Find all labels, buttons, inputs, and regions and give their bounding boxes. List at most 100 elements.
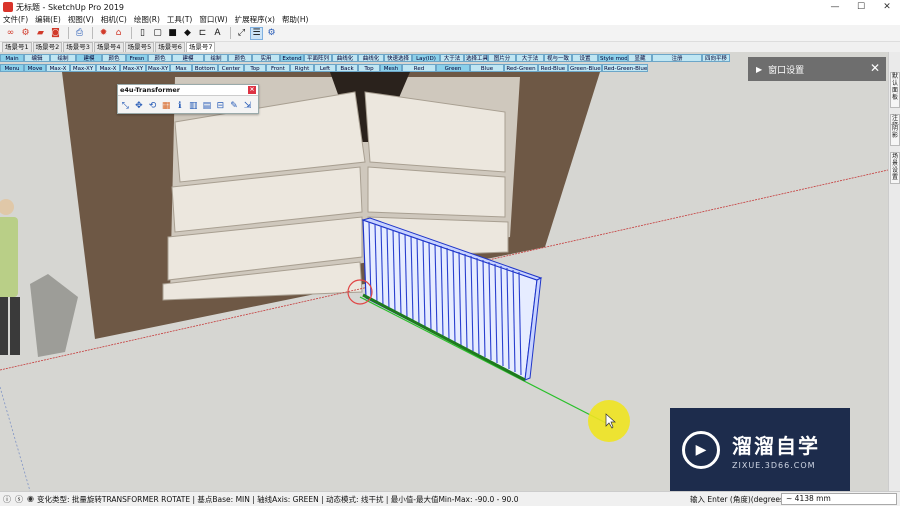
bars-icon[interactable]: ▥ (188, 99, 199, 112)
strip-button[interactable]: Right (290, 64, 314, 72)
strip-button[interactable]: 绘制 (50, 54, 76, 62)
scene-tab[interactable]: 场景号2 (32, 42, 63, 52)
strip-button[interactable]: Max-X (46, 64, 70, 72)
strip-button[interactable]: 建模 (172, 54, 204, 62)
menu-help[interactable]: 帮助(H) (282, 14, 309, 25)
strip-button[interactable]: Center (218, 64, 244, 72)
transformer-toolbar[interactable]: e4u-Transformer × ⤡ ✥ ⟲ ▦ ℹ ▥ ▤ ⊟ ✎ ⇲ (117, 84, 259, 114)
strip-button[interactable]: Lay(ID) (412, 54, 440, 62)
strip-button[interactable]: Green-Blue (568, 64, 602, 72)
menu-window[interactable]: 窗口(W) (199, 14, 227, 25)
strip-button[interactable]: 视与一致 (544, 54, 572, 62)
strip-button[interactable]: 颜色 (148, 54, 172, 62)
strip-button[interactable]: Max-XY (146, 64, 170, 72)
strip-button[interactable]: 编辑 (24, 54, 50, 62)
sun-gear-icon[interactable]: ✹ (97, 27, 110, 40)
move-icon[interactable]: ✥ (134, 99, 145, 112)
gear-icon[interactable]: ⚙ (19, 27, 32, 40)
strip-button[interactable]: 平面阵列 (304, 54, 332, 62)
strip-button[interactable]: Red-Green-Blue (602, 64, 648, 72)
strip-button[interactable]: Back (336, 64, 358, 72)
scene-tab[interactable]: 场景号3 (63, 42, 93, 52)
camera-icon[interactable]: ◙ (49, 27, 62, 40)
pencil-icon[interactable]: ✎ (229, 99, 240, 112)
side-tab[interactable]: 场景设置 (890, 152, 900, 184)
settings-icon[interactable]: ⚙ (265, 27, 278, 40)
align-icon[interactable]: ⊟ (215, 99, 226, 112)
strip-button[interactable]: Style mode (598, 54, 628, 62)
fill-icon[interactable]: ◆ (181, 27, 194, 40)
folder-icon[interactable]: ▰ (34, 27, 47, 40)
menu-edit[interactable]: 编辑(E) (35, 14, 61, 25)
print-icon[interactable]: ⎙ (73, 27, 86, 40)
strip-button[interactable]: Top (244, 64, 266, 72)
side-tab[interactable]: 默认面板 (890, 72, 900, 108)
strip-button[interactable]: 颜色 (228, 54, 252, 62)
measurements-input[interactable]: ~ 4138 mm (781, 493, 897, 505)
strip-button[interactable]: Max-XY (70, 64, 96, 72)
strip-button[interactable]: Max-X (96, 64, 120, 72)
strip-button[interactable]: 显藏 (628, 54, 652, 62)
strip-button[interactable]: Menu (0, 64, 24, 72)
menu-list-icon[interactable]: ☰ (250, 26, 263, 40)
strip-button[interactable]: Max (170, 64, 192, 72)
strip-button[interactable]: 大于法 (516, 54, 544, 62)
strip-button[interactable]: Front (266, 64, 290, 72)
glasses-icon[interactable]: ∞ (4, 27, 17, 40)
stack-icon[interactable]: ▤ (202, 99, 213, 112)
strip-button[interactable]: 颜色 (102, 54, 126, 62)
color-icon[interactable]: ▦ (161, 99, 172, 112)
strip-button[interactable]: Fresn (126, 54, 148, 62)
strip-button[interactable]: 曲线化 (358, 54, 384, 62)
scene-tab[interactable]: 场景号6 (155, 42, 185, 52)
strip-button[interactable]: Left (314, 64, 336, 72)
menu-camera[interactable]: 相机(C) (101, 14, 127, 25)
strip-button[interactable]: 图片分 (488, 54, 516, 62)
strip-button[interactable]: Move (24, 64, 46, 72)
strip-button[interactable]: Red-Blue (538, 64, 568, 72)
user-icon[interactable]: ◉ (27, 494, 34, 505)
strip-button[interactable]: Red-Green (504, 64, 538, 72)
strip-button[interactable]: Green (436, 64, 470, 72)
strip-button[interactable]: 快速选择 (384, 54, 412, 62)
geo-location-icon[interactable]: ⓘ (3, 494, 11, 505)
house-icon[interactable]: ⌂ (112, 27, 125, 40)
tray-close-icon[interactable]: ✕ (870, 61, 880, 75)
push-pull-icon[interactable]: ⊏ (196, 27, 209, 40)
box-icon[interactable]: ▢ (151, 27, 164, 40)
scene-tab[interactable]: 场景号1 (2, 42, 32, 52)
strip-button[interactable]: Main (0, 54, 24, 62)
strip-button[interactable]: 实用 (252, 54, 280, 62)
text-icon[interactable]: A (211, 27, 224, 40)
transformer-header[interactable]: e4u-Transformer × (118, 85, 258, 96)
strip-button[interactable]: 建模 (76, 54, 102, 62)
close-icon[interactable]: × (248, 86, 256, 94)
arrow-expand-icon[interactable]: ⤢ (235, 27, 248, 40)
minimize-button[interactable]: — (822, 0, 848, 14)
strip-button[interactable]: 曲线化 (332, 54, 358, 62)
default-tray-header[interactable]: ▶ 窗口设置 ✕ (748, 57, 886, 81)
menu-tools[interactable]: 工具(T) (167, 14, 192, 25)
strip-button[interactable]: Bottom (192, 64, 218, 72)
strip-button[interactable]: Top (358, 64, 380, 72)
strip-button[interactable]: 大于法 (440, 54, 464, 62)
tray-expand-icon[interactable]: ▶ (756, 65, 762, 74)
maximize-button[interactable]: ☐ (848, 0, 874, 14)
strip-button[interactable]: 注册 (652, 54, 702, 62)
strip-button[interactable]: 选择工具 (464, 54, 488, 62)
strip-button[interactable]: 四向平移 (702, 54, 730, 62)
layers-icon[interactable]: ▯ (136, 27, 149, 40)
close-button[interactable]: ✕ (874, 0, 900, 14)
solid-box-icon[interactable]: ■ (166, 27, 179, 40)
strip-button[interactable]: Blue (470, 64, 504, 72)
strip-button[interactable]: Mesh (380, 64, 402, 72)
side-tab[interactable]: 阴影 (890, 124, 900, 146)
scale-icon[interactable]: ⤡ (120, 99, 131, 112)
resize-icon[interactable]: ⇲ (242, 99, 253, 112)
scene-tab[interactable]: 场景号5 (124, 42, 155, 52)
rotate-icon[interactable]: ⟲ (147, 99, 158, 112)
scene-tab-active[interactable]: 场景号7 (185, 42, 216, 52)
menu-draw[interactable]: 绘图(R) (134, 14, 160, 25)
strip-button[interactable]: 绘制 (204, 54, 228, 62)
menu-file[interactable]: 文件(F) (3, 14, 28, 25)
